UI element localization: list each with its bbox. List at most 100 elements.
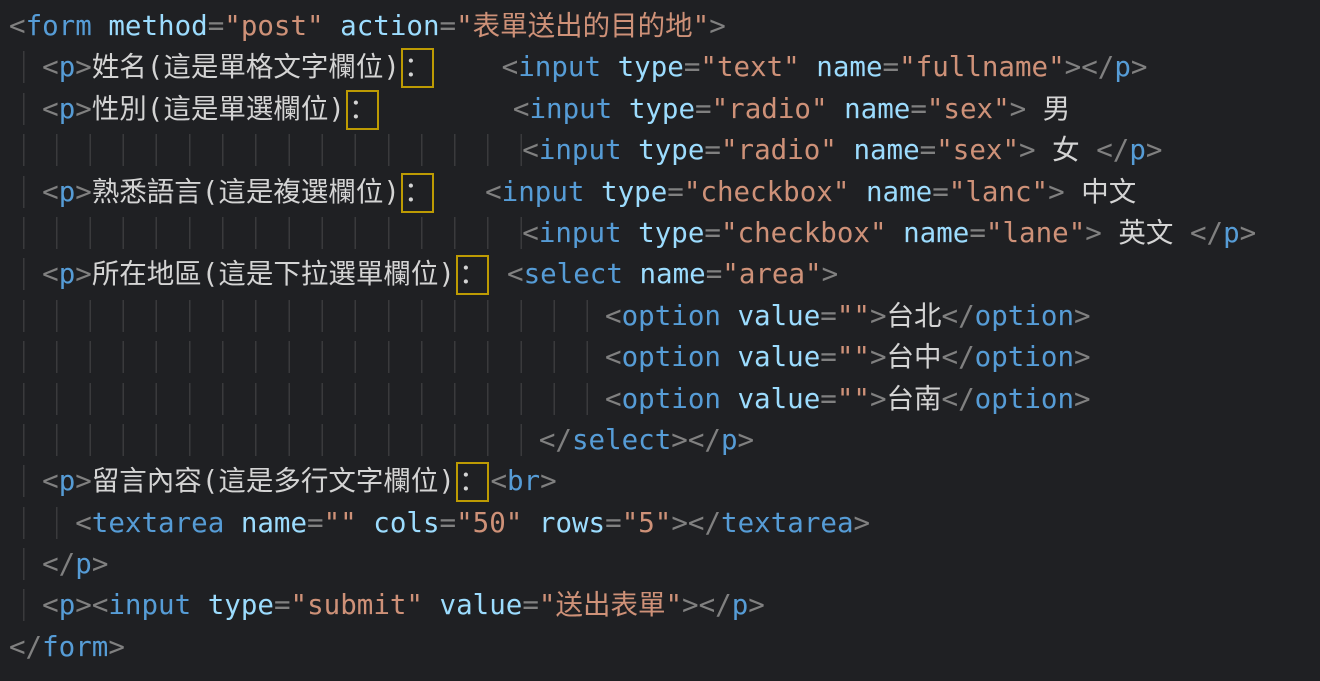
token-punctuation: > <box>1240 217 1257 249</box>
code-editor[interactable]: <form method="post" action="表單送出的目的地"> <… <box>0 0 1320 681</box>
token-attribute-name: name <box>903 217 969 249</box>
code-line-15[interactable]: <p><input type="submit" value="送出表單"></p… <box>9 585 1320 626</box>
token-text: 台南 <box>887 383 942 415</box>
token-tag-name: input <box>539 217 622 249</box>
token-attribute-name: type <box>629 93 695 125</box>
code-line-12[interactable]: <p>留言內容(這是多行文字欄位)：<br> <box>9 461 1320 502</box>
token-tag-name: option <box>975 383 1074 415</box>
token-string: "5" <box>622 507 672 539</box>
token-text <box>849 176 866 208</box>
indent-whitespace <box>9 424 539 456</box>
code-line-7[interactable]: <p>所在地區(這是下拉選單欄位)： <select name="area"> <box>9 254 1320 295</box>
token-punctuation: > <box>1131 51 1148 83</box>
token-punctuation: > <box>75 465 92 497</box>
code-line-2[interactable]: <p>姓名(這是單格文字欄位)： <input type="text" name… <box>9 47 1320 88</box>
token-punctuation: </ <box>1190 217 1223 249</box>
token-punctuation: = <box>684 51 701 83</box>
token-punctuation: > <box>671 507 688 539</box>
token-string: "checkbox" <box>721 217 887 249</box>
token-text <box>92 10 109 42</box>
token-punctuation: < <box>605 300 622 332</box>
token-attribute-name: name <box>639 258 705 290</box>
token-punctuation: = <box>910 93 927 125</box>
indent-whitespace <box>9 507 75 539</box>
token-punctuation: > <box>709 10 726 42</box>
unicode-highlight-colon: ： <box>401 173 435 213</box>
unicode-highlight-colon: ： <box>401 48 435 88</box>
token-attribute-name: value <box>440 589 523 621</box>
token-punctuation: < <box>522 217 539 249</box>
token-string: "post" <box>224 10 323 42</box>
token-punctuation: > <box>1010 93 1027 125</box>
token-tag-name: input <box>518 51 601 83</box>
token-text <box>380 93 512 125</box>
token-tag-name: option <box>622 341 721 373</box>
token-string: "radio" <box>721 134 837 166</box>
token-punctuation: < <box>92 589 109 621</box>
code-line-10[interactable]: <option value="">台南</option> <box>9 379 1320 420</box>
token-text: 台中 <box>887 341 942 373</box>
token-text: 留言內容(這是多行文字欄位) <box>92 465 455 497</box>
token-tag-name: p <box>59 589 76 621</box>
token-punctuation: = <box>522 589 539 621</box>
token-text <box>522 507 539 539</box>
token-attribute-name: value <box>738 300 821 332</box>
token-text <box>584 176 601 208</box>
token-string: "submit" <box>291 589 423 621</box>
token-attribute-name: rows <box>539 507 605 539</box>
indent-whitespace <box>9 300 605 332</box>
code-line-9[interactable]: <option value="">台中</option> <box>9 337 1320 378</box>
code-line-4[interactable]: <input type="radio" name="sex"> 女 </p> <box>9 130 1320 171</box>
token-punctuation: < <box>42 176 59 208</box>
token-punctuation: > <box>92 548 109 580</box>
token-tag-name: input <box>108 589 191 621</box>
indent-whitespace <box>9 93 42 125</box>
token-attribute-name: method <box>108 10 207 42</box>
code-line-8[interactable]: <option value="">台北</option> <box>9 296 1320 337</box>
code-line-6[interactable]: <input type="checkbox" name="lane"> 英文 <… <box>9 213 1320 254</box>
token-punctuation: > <box>75 589 92 621</box>
token-punctuation: </ <box>1081 51 1114 83</box>
token-punctuation: < <box>507 258 524 290</box>
token-attribute-name: type <box>638 134 704 166</box>
token-tag-name: option <box>622 300 721 332</box>
token-text <box>324 10 341 42</box>
code-line-14[interactable]: </p> <box>9 544 1320 585</box>
token-punctuation: < <box>605 341 622 373</box>
token-punctuation: > <box>1085 217 1102 249</box>
code-line-1[interactable]: <form method="post" action="表單送出的目的地"> <box>9 6 1320 47</box>
code-line-3[interactable]: <p>性別(這是單選欄位)： <input type="radio" name=… <box>9 89 1320 130</box>
unicode-highlight-colon: ： <box>456 255 490 295</box>
token-tag-name: select <box>572 424 671 456</box>
token-punctuation: > <box>540 465 557 497</box>
token-punctuation: < <box>513 93 530 125</box>
token-attribute-name: value <box>738 383 821 415</box>
token-punctuation: </ <box>699 589 732 621</box>
token-string: "fullname" <box>899 51 1065 83</box>
indent-whitespace <box>9 383 605 415</box>
token-text: 姓名(這是單格文字欄位) <box>92 51 400 83</box>
token-punctuation: < <box>522 134 539 166</box>
token-punctuation: < <box>42 589 59 621</box>
token-tag-name: p <box>721 424 738 456</box>
token-tag-name: p <box>732 589 749 621</box>
token-text <box>800 51 817 83</box>
token-text: 男 <box>1026 93 1070 125</box>
indent-whitespace <box>9 217 522 249</box>
code-line-16[interactable]: </form> <box>9 627 1320 668</box>
code-line-13[interactable]: <textarea name="" cols="50" rows="5"></t… <box>9 503 1320 544</box>
token-string: "radio" <box>712 93 828 125</box>
token-punctuation: > <box>1146 134 1163 166</box>
token-tag-name: form <box>26 10 92 42</box>
indent-whitespace <box>9 341 605 373</box>
code-line-5[interactable]: <p>熟悉語言(這是複選欄位)： <input type="checkbox" … <box>9 172 1320 213</box>
token-punctuation: = <box>920 134 937 166</box>
token-attribute-name: type <box>208 589 274 621</box>
token-text <box>423 589 440 621</box>
token-punctuation: </ <box>688 424 721 456</box>
code-line-11[interactable]: </select></p> <box>9 420 1320 461</box>
token-text: 中文 <box>1065 176 1137 208</box>
token-punctuation: > <box>671 424 688 456</box>
indent-whitespace <box>9 465 42 497</box>
token-text <box>490 258 507 290</box>
